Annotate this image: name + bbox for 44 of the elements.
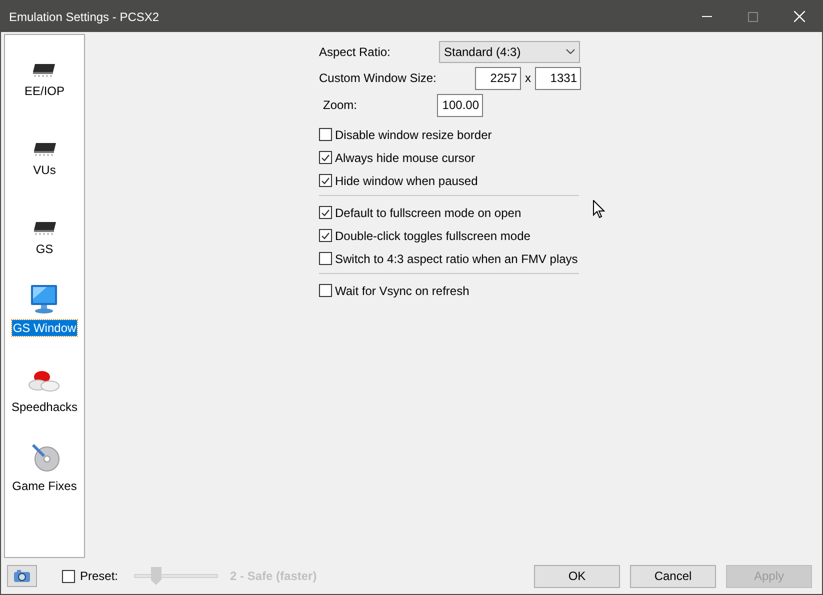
dialog-button[interactable]: Cancel	[630, 564, 716, 588]
option-label: Disable window resize border	[335, 126, 492, 144]
sidebar-item[interactable]: Speedhacks	[10, 399, 79, 415]
sidebar-item[interactable]: GS Window	[12, 320, 78, 336]
checkbox[interactable]	[319, 174, 332, 187]
chevron-icon	[566, 49, 575, 54]
pill-icon	[28, 369, 60, 393]
monitor-icon	[29, 284, 60, 314]
option-label: Wait for Vsync on refresh	[335, 282, 470, 300]
minimize-icon	[702, 16, 712, 18]
option-label: Switch to 4:3 aspect ratio when an FMV plays	[335, 250, 578, 268]
preset-slider-thumb[interactable]	[150, 567, 162, 585]
size-separator: x	[524, 70, 532, 87]
window-title: Emulation Settings - PCSX2	[9, 8, 160, 26]
checkbox[interactable]	[319, 229, 332, 242]
height-field[interactable]: 1331	[535, 66, 581, 90]
option-label: Hide window when paused	[335, 172, 478, 190]
checkbox[interactable]	[319, 284, 332, 297]
screenshot-button[interactable]	[7, 565, 37, 587]
checkbox[interactable]	[319, 206, 332, 219]
maximize-icon	[748, 12, 758, 22]
close-icon	[794, 11, 804, 22]
sidebar-item[interactable]: EE/IOP	[23, 83, 66, 99]
dialog-button[interactable]: OK	[534, 564, 620, 588]
option-label: Double-click toggles fullscreen mode	[335, 228, 530, 244]
option-label: Default to fullscreen mode on open	[335, 204, 522, 222]
option-label: Always hide mouse cursor	[335, 150, 476, 166]
checkbox[interactable]	[62, 570, 75, 582]
preset-label: Preset:	[80, 568, 118, 585]
camera-icon	[13, 569, 31, 583]
width-field[interactable]: 2257	[475, 66, 521, 90]
mouse-cursor-icon	[593, 200, 605, 219]
aspect-ratio-dropdown[interactable]: Standard (4:3)	[439, 40, 580, 62]
checkbox[interactable]	[319, 252, 332, 265]
checkbox[interactable]	[319, 128, 332, 141]
sidebar-item[interactable]: VUs	[32, 162, 57, 178]
field-label: Aspect Ratio:	[319, 44, 392, 60]
zoom-field[interactable]: 100.00	[437, 94, 483, 116]
sidebar-item[interactable]: GS	[34, 241, 54, 257]
disc-icon	[30, 442, 60, 472]
field-label: Zoom:	[322, 97, 358, 114]
checkbox[interactable]	[319, 151, 332, 164]
field-label: Custom Window Size:	[319, 70, 438, 87]
sidebar-item[interactable]: Game Fixes	[11, 478, 78, 494]
